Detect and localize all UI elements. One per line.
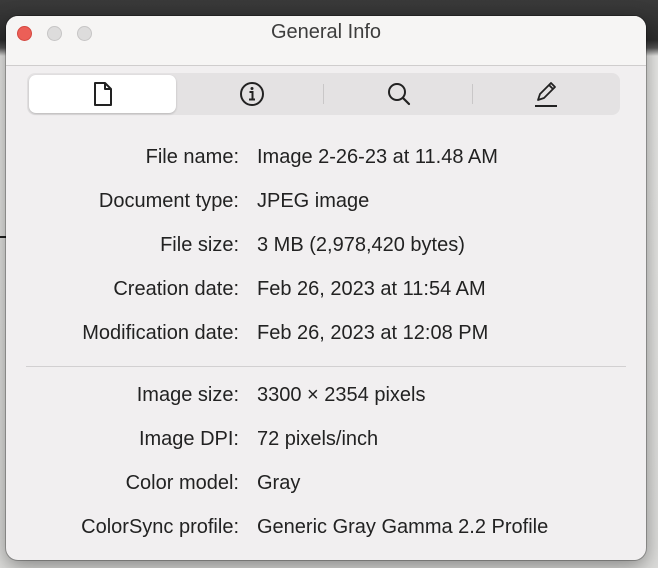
search-icon xyxy=(388,83,411,106)
info-label: File name: xyxy=(145,146,239,168)
info-value: Feb 26, 2023 at 11:54 AM xyxy=(257,278,486,300)
info-label: Color model: xyxy=(125,472,239,494)
info-row-document-type: Document type: JPEG image xyxy=(6,190,646,220)
info-value: Image 2-26-23 at 11.48 AM xyxy=(257,146,498,168)
info-value: JPEG image xyxy=(257,190,370,212)
info-value: 72 pixels/inch xyxy=(257,428,379,450)
info-label: Modification date: xyxy=(82,322,239,344)
info-value: Gray xyxy=(257,472,301,494)
info-value: Generic Gray Gamma 2.2 Profile xyxy=(257,516,549,538)
info-value: 3 MB (2,978,420 bytes) xyxy=(257,234,465,256)
info-row-image-dpi: Image DPI: 72 pixels/inch xyxy=(6,428,646,458)
info-value: Feb 26, 2023 at 12:08 PM xyxy=(257,322,489,344)
info-label: Image DPI: xyxy=(138,428,239,450)
info-row-creation-date: Creation date: Feb 26, 2023 at 11:54 AM xyxy=(6,278,646,308)
tab-divider xyxy=(323,84,324,104)
info-row-file-name: File name: Image 2-26-23 at 11.48 AM xyxy=(6,146,646,176)
info-value: 3300 × 2354 pixels xyxy=(257,384,426,406)
info-row-colorsync-profile: ColorSync profile: Generic Gray Gamma 2.2… xyxy=(6,516,646,546)
info-icon xyxy=(239,82,264,106)
info-label: File size: xyxy=(160,234,239,256)
pencil-icon xyxy=(535,82,558,107)
inspector-tabs xyxy=(27,73,620,115)
info-row-modification-date: Modification date: Feb 26, 2023 at 12:08 … xyxy=(6,322,646,352)
tab-keywords[interactable] xyxy=(326,73,473,115)
document-icon xyxy=(93,82,112,106)
info-label: ColorSync profile: xyxy=(81,516,239,538)
info-row-color-model: Color model: Gray xyxy=(6,472,646,502)
info-label: Document type: xyxy=(98,190,239,212)
info-row-file-size: File size: 3 MB (2,978,420 bytes) xyxy=(6,234,646,264)
info-row-image-size: Image size: 3300 × 2354 pixels xyxy=(6,384,646,414)
inspector-window: General Info File name: Image 2-26-23 at … xyxy=(6,16,646,560)
tab-more-info[interactable] xyxy=(178,73,325,115)
window-title: General Info xyxy=(270,21,382,43)
info-label: Creation date: xyxy=(113,278,239,300)
title-bar[interactable]: General Info xyxy=(6,16,646,66)
tab-general[interactable] xyxy=(29,75,177,113)
tab-annotations[interactable] xyxy=(473,73,620,115)
section-divider xyxy=(26,366,626,367)
info-label: Image size: xyxy=(136,384,239,406)
